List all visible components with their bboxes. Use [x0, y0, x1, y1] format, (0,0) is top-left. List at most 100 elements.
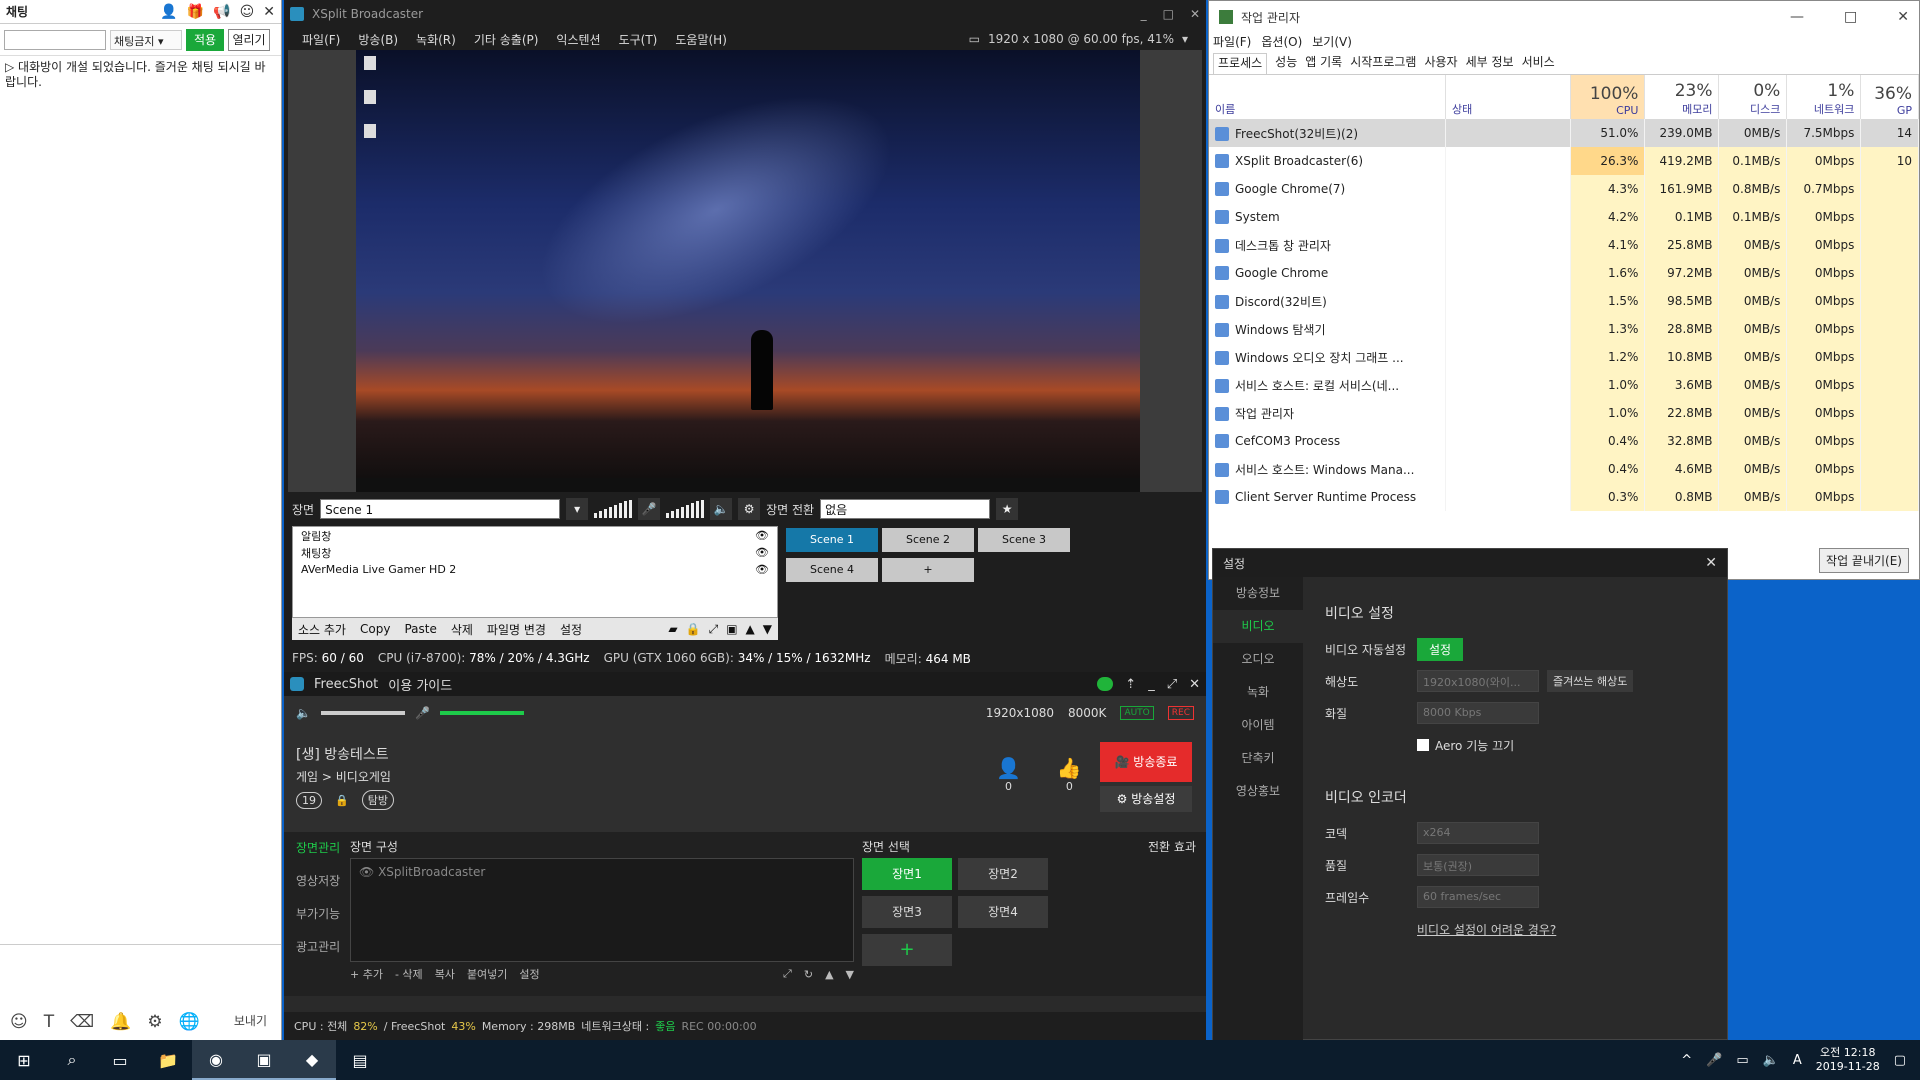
sidebar-item-shortcuts[interactable]: 단축키 — [1213, 742, 1303, 775]
list-item[interactable]: XSplitBroadcaster — [378, 865, 485, 879]
notification-icon[interactable]: ▢ — [1894, 1053, 1906, 1068]
source-settings-button[interactable]: 설정 — [560, 621, 582, 638]
xsplit-taskbar-icon[interactable]: ▣ — [240, 1040, 288, 1080]
minimize-icon[interactable]: _ — [1141, 7, 1147, 21]
table-row[interactable]: Google Chrome(7) 4.3% 161.9MB 0.8MB/s 0.7Mbp… — [1209, 175, 1919, 203]
copy-button[interactable]: 복사 — [435, 966, 455, 982]
maximize-icon[interactable]: □ — [1163, 7, 1174, 21]
col-gpu[interactable]: 36% GP — [1860, 75, 1919, 119]
eraser-icon[interactable]: ⌫ — [70, 1012, 94, 1032]
menu-view[interactable]: 보기(V) — [1312, 33, 1352, 53]
scene-3-button[interactable]: 장면3 — [862, 896, 952, 928]
close-icon[interactable]: ✕ — [1190, 7, 1200, 21]
add-transition-icon[interactable]: ★ — [996, 498, 1019, 520]
lock-icon[interactable]: 🔒 — [686, 622, 701, 637]
quality-select[interactable]: 8000 Kbps — [1417, 702, 1539, 724]
table-row[interactable]: 데스크톱 창 관리자 4.1% 25.8MB 0MB/s 0Mbps — [1209, 231, 1919, 259]
table-row[interactable]: Discord(32비트) 1.5% 98.5MB 0MB/s 0Mbps — [1209, 287, 1919, 315]
fit-icon[interactable]: ⤢ — [709, 622, 719, 637]
eye-icon[interactable]: 👁 — [755, 546, 769, 559]
table-row[interactable]: FreecShot(32비트)(2) 51.0% 239.0MB 0MB/s 7.5Mb… — [1209, 119, 1919, 147]
microphone-icon[interactable]: 🎤 — [415, 706, 430, 720]
table-row[interactable]: System 4.2% 0.1MB 0.1MB/s 0Mbps — [1209, 203, 1919, 231]
table-row[interactable]: 서비스 호스트: Windows Mana... 0.4% 4.6MB 0MB/s 0M… — [1209, 455, 1919, 483]
globe-icon[interactable]: 🌐 — [179, 1012, 200, 1032]
bell-icon[interactable]: 🔔 — [110, 1012, 131, 1032]
move-up-icon[interactable]: ▲ — [825, 968, 833, 981]
tag-badge[interactable]: 탐방 — [361, 790, 394, 810]
col-cpu[interactable]: 100% CPU — [1570, 75, 1646, 119]
sidebar-item-ads[interactable]: 광고관리 — [284, 931, 344, 964]
resolution-select[interactable]: 1920x1080 — [986, 706, 1054, 720]
pin-icon[interactable]: ⇡ — [1125, 677, 1136, 692]
fullscreen-icon[interactable]: ⤢ — [783, 967, 792, 981]
freecshot-title[interactable]: FreecShot — [314, 677, 378, 692]
aero-checkbox[interactable] — [1417, 739, 1429, 751]
sidebar-item-save[interactable]: 영상저장 — [284, 865, 344, 898]
table-row[interactable]: Client Server Runtime Process 0.3% 0.8MB 0M… — [1209, 483, 1919, 511]
microphone-icon[interactable]: 🎤 — [1706, 1053, 1722, 1068]
text-format-icon[interactable]: T — [44, 1012, 54, 1032]
table-row[interactable]: Google Chrome 1.6% 97.2MB 0MB/s 0Mbps — [1209, 259, 1919, 287]
menu-other-output[interactable]: 기타 송출(P) — [474, 31, 539, 48]
emoji-icon[interactable]: ☺ — [10, 1012, 28, 1032]
add-scene-button[interactable]: + — [862, 934, 952, 966]
task-view-icon[interactable]: ▭ — [96, 1040, 144, 1080]
delete-button[interactable]: 삭제 — [451, 621, 473, 638]
favorite-resolution-button[interactable]: 즐겨쓰는 해상도 — [1547, 670, 1634, 692]
col-disk[interactable]: 0% 디스크 — [1718, 75, 1788, 119]
col-name[interactable]: 이름 — [1209, 75, 1446, 119]
scene-4-button[interactable]: 장면4 — [958, 896, 1048, 928]
help-link[interactable]: 비디오 설정이 어려운 경우? — [1417, 921, 1556, 938]
chat-filter-select[interactable]: 채팅금지 ▾ — [110, 29, 182, 50]
frame-icon[interactable]: ▣ — [726, 622, 737, 637]
apply-button[interactable]: 적용 — [186, 28, 224, 51]
menu-record[interactable]: 녹화(R) — [416, 31, 456, 48]
maximize-icon[interactable]: □ — [1844, 9, 1857, 25]
resize-icon[interactable]: ⤢ — [1167, 677, 1177, 692]
close-icon[interactable]: ✕ — [1189, 677, 1200, 692]
close-icon[interactable]: ✕ — [1705, 555, 1717, 571]
scene-1-button[interactable]: Scene 1 — [786, 528, 878, 552]
sidebar-item-items[interactable]: 아이템 — [1213, 709, 1303, 742]
menu-file[interactable]: 파일(F) — [1213, 33, 1251, 53]
fps-select[interactable]: 60 frames/sec — [1417, 886, 1539, 908]
table-row[interactable]: Windows 오디오 장치 그래프 ... 1.2% 10.8MB 0MB/s 0Mb… — [1209, 343, 1919, 371]
tab-processes[interactable]: 프로세스 — [1213, 53, 1268, 74]
broadcast-category[interactable]: 게임 > 비디오게임 — [296, 768, 391, 785]
col-network[interactable]: 1% 네트워크 — [1786, 75, 1862, 119]
paste-button[interactable]: Paste — [404, 622, 436, 636]
eye-icon[interactable]: 👁 — [755, 529, 769, 542]
menu-file[interactable]: 파일(F) — [302, 31, 340, 48]
lock-icon[interactable]: 🔒 — [330, 793, 354, 808]
megaphone-icon[interactable]: 📢 — [213, 4, 230, 20]
scene-4-button[interactable]: Scene 4 — [786, 558, 878, 582]
table-row[interactable]: Windows 탐색기 1.3% 28.8MB 0MB/s 0Mbps — [1209, 315, 1919, 343]
menu-broadcast[interactable]: 방송(B) — [358, 31, 398, 48]
search-icon[interactable]: ⌕ — [48, 1040, 96, 1080]
auto-setting-button[interactable]: 설정 — [1417, 637, 1464, 661]
app-taskbar-icon[interactable]: ▤ — [336, 1040, 384, 1080]
mic-volume-slider[interactable] — [439, 711, 524, 715]
delete-button[interactable]: - 삭제 — [395, 966, 423, 982]
add-button[interactable]: + 추가 — [350, 966, 383, 982]
menu-options[interactable]: 옵션(O) — [1261, 33, 1302, 53]
open-button[interactable]: 열리기 — [228, 28, 270, 51]
chrome-icon[interactable]: ◉ — [192, 1040, 240, 1080]
table-row[interactable]: CefCOM3 Process 0.4% 32.8MB 0MB/s 0Mbps — [1209, 427, 1919, 455]
table-row[interactable]: 작업 관리자 1.0% 22.8MB 0MB/s 0Mbps — [1209, 399, 1919, 427]
codec-select[interactable]: x264 — [1417, 822, 1539, 844]
add-source-button[interactable]: 소스 추가 — [298, 621, 346, 638]
clock[interactable]: 오전 12:18 2019-11-28 — [1816, 1046, 1880, 1074]
sidebar-item-record[interactable]: 녹화 — [1213, 676, 1303, 709]
list-item[interactable]: 채팅창 👁 — [293, 544, 777, 561]
chat-input-area[interactable]: ☺ T ⌫ 🔔 ⚙ 🌐 보내기 — [0, 944, 281, 1040]
tab-details[interactable]: 세부 정보 — [1466, 53, 1514, 74]
sidebar-item-scene[interactable]: 장면관리 — [284, 832, 344, 865]
tab-users[interactable]: 사용자 — [1424, 53, 1457, 74]
gear-icon[interactable]: ⚙ — [738, 498, 761, 520]
emoticon-icon[interactable]: ☺ — [240, 4, 255, 20]
add-scene-button[interactable]: + — [882, 558, 974, 582]
scene-2-button[interactable]: 장면2 — [958, 858, 1048, 890]
close-icon[interactable]: ✕ — [263, 4, 275, 20]
